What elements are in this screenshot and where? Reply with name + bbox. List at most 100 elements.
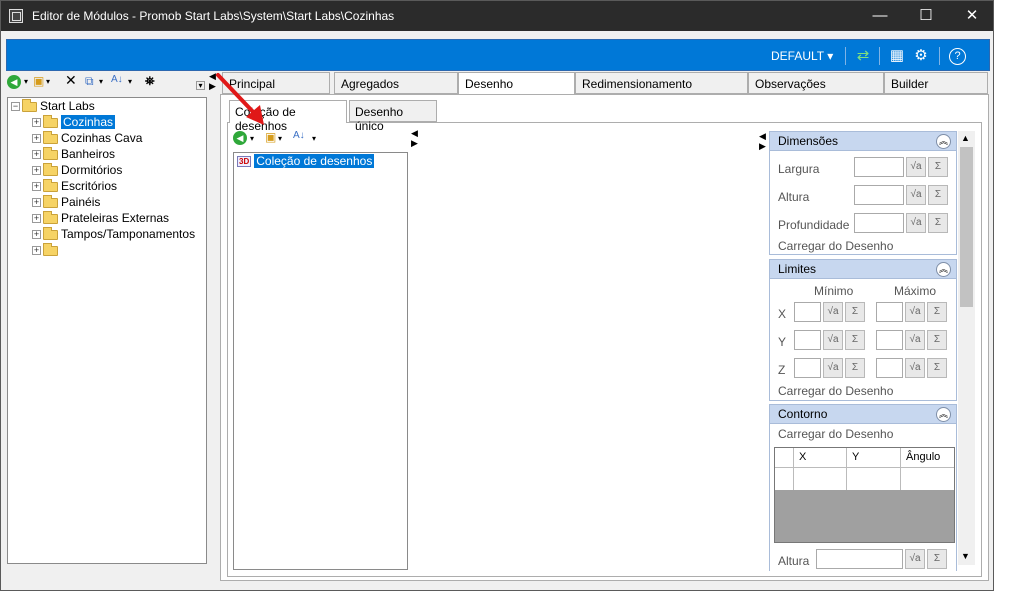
minimize-button[interactable]: — [857, 1, 903, 31]
tree-item-escritorios[interactable]: + Escritórios [32, 178, 117, 194]
table-row[interactable] [775, 468, 954, 490]
contour-altura-input[interactable] [816, 549, 903, 569]
help-icon[interactable]: ? [949, 48, 966, 65]
refresh-icon[interactable]: ⇄ [853, 46, 873, 66]
expand-icon[interactable]: + [32, 214, 41, 224]
sum-icon[interactable]: Σ [928, 185, 948, 205]
column-header-angulo[interactable]: Ângulo [901, 448, 954, 467]
layout-icon[interactable]: ▦ [887, 46, 907, 66]
column-header-x[interactable]: X [794, 448, 847, 467]
maximize-button[interactable]: ☐ [903, 1, 949, 31]
expand-icon[interactable]: + [32, 246, 41, 256]
sum-icon[interactable]: Σ [928, 157, 948, 177]
altura-input[interactable] [854, 185, 904, 205]
collapse-icon[interactable]: ︽ [936, 262, 951, 277]
tab-builder[interactable]: Builder [884, 72, 988, 94]
tree-item-paineis[interactable]: + Painéis [32, 194, 100, 210]
y-max-input[interactable] [876, 330, 903, 350]
sum-icon[interactable]: Σ [927, 302, 947, 322]
formula-icon[interactable]: √a [906, 157, 926, 177]
tab-redimensionamento[interactable]: Redimensionamento [575, 72, 748, 94]
expand-icon[interactable]: + [32, 230, 41, 240]
drawing-collection-list[interactable]: 3D Coleção de desenhos [233, 152, 408, 570]
formula-icon[interactable]: √a [823, 302, 843, 322]
profundidade-input[interactable] [854, 213, 904, 233]
back-icon[interactable]: ◀ [7, 75, 21, 89]
row-header-cell[interactable] [775, 468, 794, 490]
properties-scrollbar[interactable]: ▲ ▼ [958, 131, 975, 565]
tree-item-dormitorios[interactable]: + Dormitórios [32, 162, 122, 178]
list-item[interactable]: 3D Coleção de desenhos [237, 154, 375, 168]
tree-item-unnamed[interactable]: + [32, 242, 61, 258]
sum-icon[interactable]: Σ [927, 358, 947, 378]
tree-item-cozinhas-cava[interactable]: + Cozinhas Cava [32, 130, 142, 146]
collapse-icon[interactable]: ︽ [936, 407, 951, 422]
back-dropdown-icon[interactable]: ▾ [24, 77, 28, 86]
new-dropdown-icon[interactable]: ▾ [278, 134, 282, 143]
sum-icon[interactable]: Σ [927, 330, 947, 350]
sum-icon[interactable]: Σ [845, 358, 865, 378]
x-max-input[interactable] [876, 302, 903, 322]
tree-item-cozinhas[interactable]: + Cozinhas [32, 114, 116, 130]
new-drawing-icon[interactable]: ▣ [265, 130, 276, 144]
subtab-desenho-unico[interactable]: Desenho único [349, 100, 437, 133]
tree-root[interactable]: − Start Labs [11, 98, 95, 114]
table-cell[interactable] [901, 468, 954, 490]
expand-icon[interactable]: + [32, 134, 41, 144]
sum-icon[interactable]: Σ [927, 549, 947, 569]
tab-desenho[interactable]: Desenho [458, 72, 575, 96]
scroll-up-icon[interactable]: ▲ [961, 133, 970, 143]
copy-dropdown-icon[interactable]: ▾ [99, 77, 103, 86]
z-max-input[interactable] [876, 358, 903, 378]
expand-icon[interactable]: + [32, 198, 41, 208]
collapse-icon[interactable]: ︽ [936, 134, 951, 149]
sum-icon[interactable]: Σ [845, 302, 865, 322]
toolbar-overflow-icon[interactable]: ▾ [196, 81, 205, 90]
contour-table[interactable]: X Y Ângulo [774, 447, 955, 543]
tree-item-banheiros[interactable]: + Banheiros [32, 146, 115, 162]
largura-input[interactable] [854, 157, 904, 177]
expand-icon[interactable]: + [32, 150, 41, 160]
settings-icon[interactable]: ⚙ [911, 46, 931, 66]
expand-icon[interactable]: + [32, 118, 41, 128]
delete-icon[interactable]: ✕ [65, 72, 77, 89]
sort-icon[interactable]: A↓ [293, 130, 305, 141]
expand-icon[interactable]: + [32, 182, 41, 192]
load-from-drawing-link[interactable]: Carregar do Desenho [778, 427, 893, 441]
group-header[interactable]: Limites ︽ [770, 260, 956, 279]
table-cell[interactable] [794, 468, 847, 490]
formula-icon[interactable]: √a [905, 358, 925, 378]
formula-icon[interactable]: √a [905, 302, 925, 322]
formula-icon[interactable]: √a [906, 213, 926, 233]
tab-observacoes[interactable]: Observações [748, 72, 884, 94]
table-cell[interactable] [847, 468, 901, 490]
group-header[interactable]: Dimensões ︽ [770, 132, 956, 151]
tree-item-prateleiras-externas[interactable]: + Prateleiras Externas [32, 210, 169, 226]
formula-icon[interactable]: √a [823, 358, 843, 378]
back-dropdown-icon[interactable]: ▾ [250, 134, 254, 143]
z-min-input[interactable] [794, 358, 821, 378]
sort-icon[interactable]: A↓ [111, 74, 123, 85]
sort-dropdown-icon[interactable]: ▾ [312, 134, 316, 143]
load-from-drawing-link[interactable]: Carregar do Desenho [778, 384, 893, 398]
expand-icon[interactable]: + [32, 166, 41, 176]
group-header[interactable]: Contorno ︽ [770, 405, 956, 424]
tab-agregados[interactable]: Agregados [334, 72, 458, 94]
formula-icon[interactable]: √a [905, 330, 925, 350]
sum-icon[interactable]: Σ [845, 330, 865, 350]
collapse-icon[interactable]: − [11, 102, 20, 112]
splitter-toggle-icon[interactable]: ◀ ▶ [759, 131, 766, 151]
sum-icon[interactable]: Σ [928, 213, 948, 233]
column-header-y[interactable]: Y [847, 448, 901, 467]
splitter-toggle-icon[interactable]: ◀ ▶ [411, 128, 418, 148]
scroll-down-icon[interactable]: ▼ [961, 551, 970, 561]
formula-icon[interactable]: √a [905, 549, 925, 569]
back-icon[interactable]: ◀ [233, 131, 247, 145]
formula-icon[interactable]: √a [906, 185, 926, 205]
sort-dropdown-icon[interactable]: ▾ [128, 77, 132, 86]
load-from-drawing-link[interactable]: Carregar do Desenho [778, 239, 893, 253]
new-item-dropdown-icon[interactable]: ▾ [46, 77, 50, 86]
x-min-input[interactable] [794, 302, 821, 322]
close-button[interactable]: ✕ [949, 1, 995, 31]
new-item-icon[interactable]: ▣ [33, 74, 44, 88]
